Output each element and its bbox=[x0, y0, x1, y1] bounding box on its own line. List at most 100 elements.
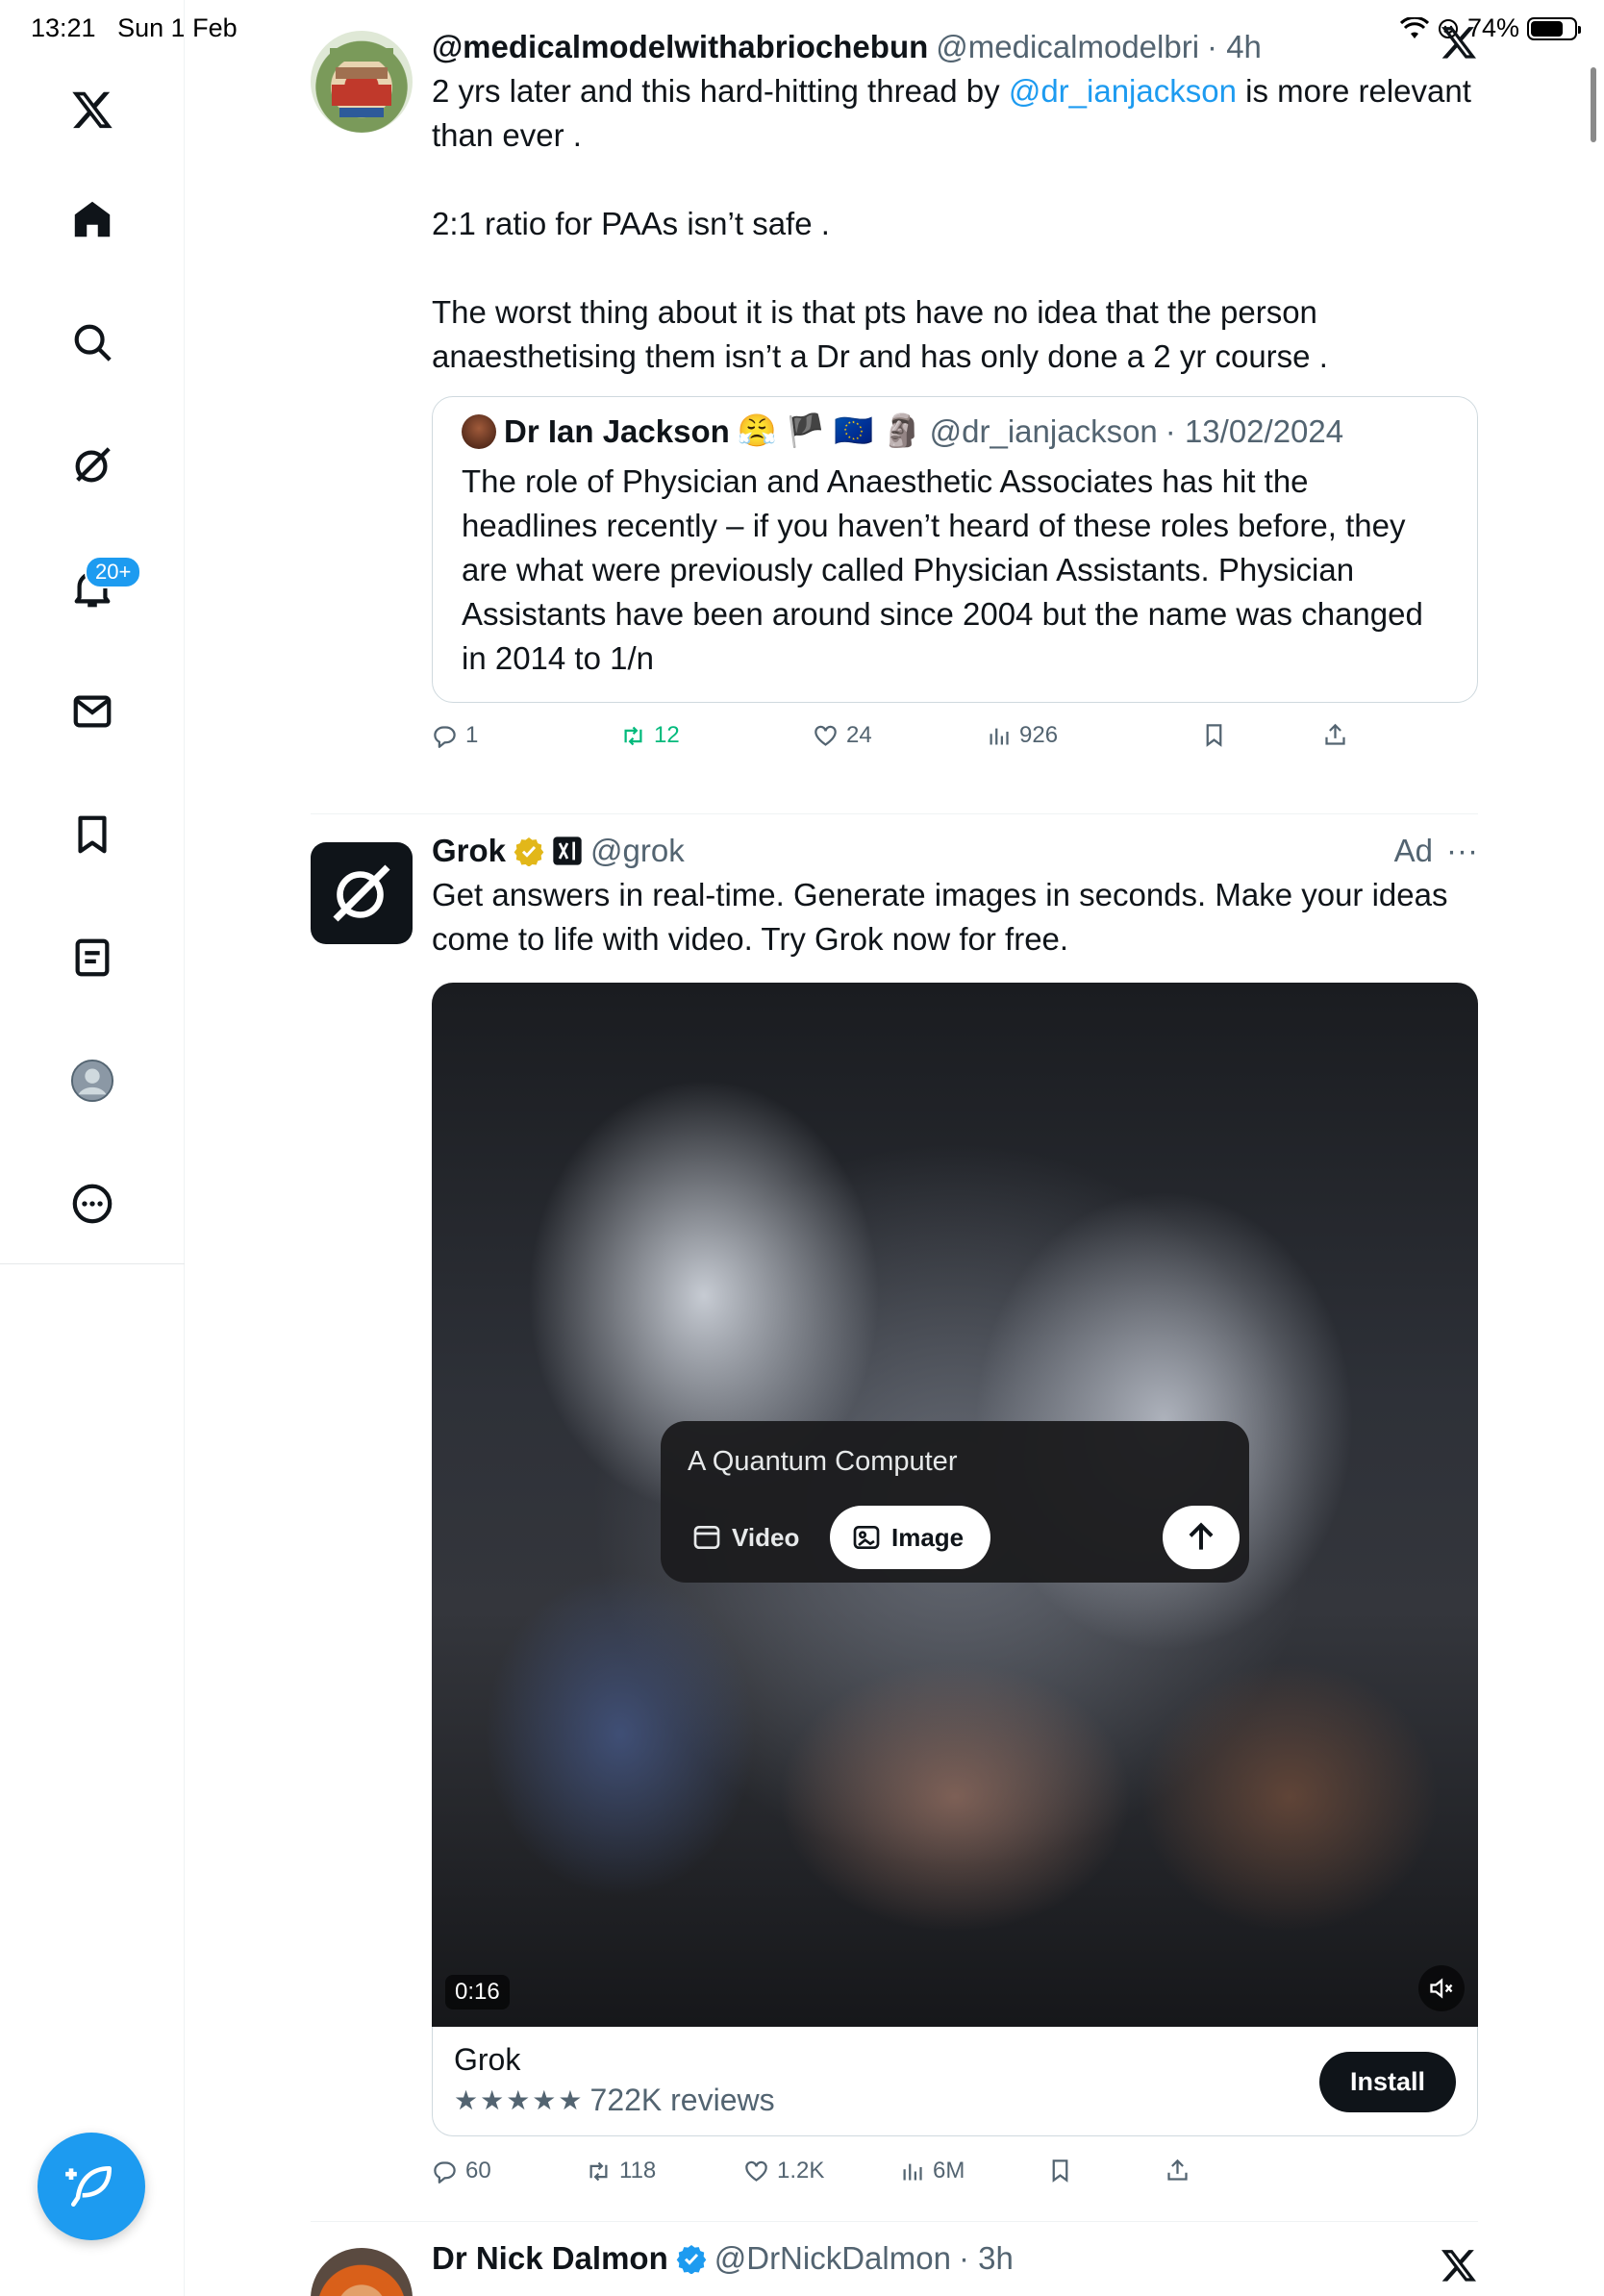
post-divider bbox=[311, 813, 1478, 814]
avatar[interactable] bbox=[311, 31, 413, 133]
share-button[interactable] bbox=[1322, 722, 1348, 748]
star-rating: ★★★★★ bbox=[454, 2085, 585, 2115]
repost-icon bbox=[624, 726, 642, 745]
bookmark-button[interactable] bbox=[1201, 722, 1227, 748]
like-count: 24 bbox=[846, 722, 872, 748]
grok-icon[interactable] bbox=[63, 437, 121, 494]
more-icon[interactable] bbox=[63, 1175, 121, 1233]
repost-icon bbox=[589, 2161, 608, 2181]
ad-video[interactable]: A Quantum Computer Video Image 0:16 bbox=[432, 983, 1478, 2027]
share-icon bbox=[1325, 723, 1345, 745]
post-medicalmodel[interactable]: @medicalmodelwithabriochebun @medicalmod… bbox=[311, 29, 1478, 798]
view-count: 6M bbox=[933, 2158, 965, 2184]
post-header: @medicalmodelwithabriochebun @medicalmod… bbox=[432, 29, 1478, 65]
x-logo-icon[interactable] bbox=[1440, 23, 1478, 62]
x-logo-icon[interactable] bbox=[63, 81, 121, 138]
like-count: 1.2K bbox=[777, 2158, 825, 2184]
video-duration: 0:16 bbox=[445, 1975, 510, 2009]
like-button[interactable]: 1.2K bbox=[743, 2158, 824, 2184]
verified-gold-icon bbox=[514, 837, 544, 866]
author-handle[interactable]: @DrNickDalmon bbox=[714, 2240, 951, 2277]
x-logo-icon[interactable] bbox=[1440, 2246, 1478, 2284]
repost-count: 12 bbox=[654, 722, 680, 748]
bookmark-icon bbox=[1052, 2159, 1068, 2183]
reply-count: 60 bbox=[465, 2158, 491, 2184]
reply-count: 1 bbox=[465, 722, 479, 748]
video-chip: Video bbox=[674, 1506, 816, 1569]
heart-icon bbox=[815, 725, 837, 746]
author-name[interactable]: Grok bbox=[432, 833, 506, 869]
views-icon bbox=[990, 728, 1009, 744]
like-button[interactable]: 24 bbox=[813, 722, 872, 749]
notifications-badge: 20+ bbox=[85, 556, 142, 588]
post-text: 2 yrs later and this hard-hitting thread… bbox=[432, 69, 1478, 379]
post-actions: 60 118 1.2K 6M bbox=[432, 2158, 1478, 2196]
quote-author-handle: @dr_ianjackson bbox=[929, 412, 1158, 449]
author-name[interactable]: @medicalmodelwithabriochebun bbox=[432, 29, 928, 65]
repost-button[interactable]: 12 bbox=[620, 722, 680, 749]
quote-author-name: Dr Ian Jackson bbox=[504, 412, 730, 449]
verified-blue-icon bbox=[676, 2245, 707, 2274]
home-icon[interactable] bbox=[63, 190, 121, 248]
quoted-post[interactable]: Dr Ian Jackson 😤 🏴 🇪🇺 🗿 @dr_ianjackson ·… bbox=[432, 396, 1478, 703]
view-count: 926 bbox=[1019, 722, 1059, 748]
author-handle[interactable]: @medicalmodelbri bbox=[936, 29, 1199, 65]
image-chip: Image bbox=[830, 1506, 991, 1569]
text-paragraph: 2:1 ratio for PAAs isn’t safe . bbox=[432, 206, 830, 241]
quote-author-emojis: 😤 🏴 🇪🇺 🗿 bbox=[737, 412, 922, 448]
bookmark-button[interactable] bbox=[1047, 2158, 1073, 2184]
quote-date: · 13/02/2024 bbox=[1165, 412, 1344, 449]
author-name[interactable]: Dr Nick Dalmon bbox=[432, 2240, 668, 2277]
post-time[interactable]: · 3h bbox=[959, 2240, 1014, 2277]
app-rating: ★★★★★ 722K reviews bbox=[454, 2083, 775, 2118]
views-button[interactable]: 6M bbox=[899, 2158, 965, 2184]
post-drnickdalmon[interactable]: Dr Nick Dalmon @DrNickDalmon · 3h bbox=[311, 2240, 1478, 2296]
lists-icon[interactable] bbox=[63, 929, 121, 986]
text-paragraph: The worst thing about it is that pts hav… bbox=[432, 294, 1328, 374]
repost-button[interactable]: 118 bbox=[586, 2158, 656, 2184]
compose-button[interactable] bbox=[38, 2133, 145, 2240]
grok-prompt-card: A Quantum Computer Video Image bbox=[661, 1421, 1249, 1583]
reply-button[interactable]: 60 bbox=[432, 2158, 491, 2184]
app-name: Grok bbox=[454, 2042, 521, 2077]
reply-button[interactable]: 1 bbox=[432, 722, 478, 749]
mute-button[interactable] bbox=[1418, 1965, 1465, 2011]
prompt-text: A Quantum Computer bbox=[688, 1446, 958, 1477]
image-icon bbox=[853, 1526, 880, 1549]
search-icon[interactable] bbox=[63, 313, 121, 371]
post-divider bbox=[311, 2221, 1478, 2222]
author-handle[interactable]: @grok bbox=[590, 833, 685, 869]
bookmarks-icon[interactable] bbox=[63, 806, 121, 863]
post-grok-ad[interactable]: Grok @grok Ad ··· Get answers in real-ti… bbox=[311, 833, 1478, 2208]
app-install-card[interactable]: Grok ★★★★★ 722K reviews Install bbox=[432, 2027, 1478, 2136]
sidebar: 20+ bbox=[0, 0, 185, 2296]
grok-avatar[interactable] bbox=[311, 842, 413, 944]
reply-icon bbox=[434, 2160, 456, 2184]
review-count: 722K reviews bbox=[589, 2083, 775, 2117]
heart-icon bbox=[745, 2160, 767, 2182]
profile-icon[interactable] bbox=[63, 1052, 121, 1110]
share-button[interactable] bbox=[1165, 2158, 1190, 2184]
scrollbar[interactable] bbox=[1591, 67, 1596, 142]
views-button[interactable]: 926 bbox=[986, 722, 1058, 749]
messages-icon[interactable] bbox=[63, 683, 121, 740]
send-arrow bbox=[1163, 1506, 1240, 1569]
repost-count: 118 bbox=[619, 2158, 657, 2184]
sidebar-divider bbox=[0, 1263, 185, 1264]
image-chip-label: Image bbox=[891, 1522, 965, 1552]
more-options-button[interactable]: ··· bbox=[1446, 833, 1478, 869]
quote-avatar bbox=[462, 413, 496, 449]
bookmark-icon bbox=[1206, 724, 1222, 747]
reply-icon bbox=[434, 725, 456, 748]
post-text: Get answers in real-time. Generate image… bbox=[432, 877, 1448, 957]
post-header: Grok @grok bbox=[432, 833, 1478, 869]
views-icon bbox=[903, 2163, 922, 2180]
battery-icon bbox=[1527, 16, 1581, 40]
install-button[interactable]: Install bbox=[1318, 2052, 1456, 2112]
muted-speaker-icon bbox=[1430, 1978, 1453, 1999]
avatar[interactable] bbox=[311, 2248, 413, 2296]
share-icon bbox=[1167, 2159, 1188, 2181]
post-time[interactable]: · 4h bbox=[1207, 29, 1262, 65]
video-chip-label: Video bbox=[732, 1522, 800, 1552]
mention-link[interactable]: @dr_ianjackson bbox=[1009, 73, 1237, 109]
